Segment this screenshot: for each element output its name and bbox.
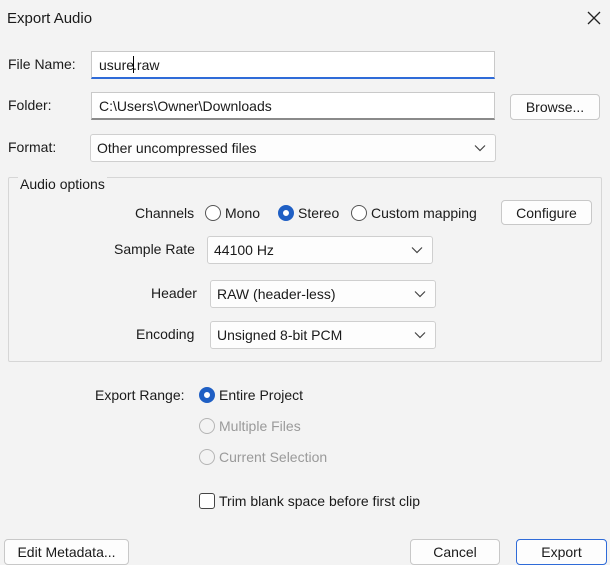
chevron-down-icon [414,332,426,339]
export-range-label: Export Range: [95,387,185,403]
radio-mono-circle [205,205,221,221]
header-label: Header [151,285,197,301]
header-value: RAW (header-less) [217,286,336,302]
radio-current-selection-label: Current Selection [219,449,328,465]
radio-current-selection[interactable]: Current Selection [199,449,327,465]
file-name-label: File Name: [8,56,76,72]
radio-mono-label: Mono [225,205,261,221]
format-select[interactable]: Other uncompressed files [90,134,496,162]
close-button[interactable] [582,6,606,30]
radio-custom-mapping-label: Custom mapping [371,205,477,221]
radio-current-selection-circle [199,449,215,465]
export-button[interactable]: Export [516,539,607,565]
radio-stereo[interactable]: Stereo [278,205,339,221]
radio-entire-project-label: Entire Project [219,387,304,403]
encoding-select[interactable]: Unsigned 8-bit PCM [210,321,436,349]
format-label: Format: [8,139,57,155]
folder-label: Folder: [8,97,52,113]
radio-stereo-label: Stereo [298,205,340,221]
format-value: Other uncompressed files [97,140,257,156]
header-select[interactable]: RAW (header-less) [210,280,436,308]
cancel-button[interactable]: Cancel [410,539,500,565]
radio-custom-mapping-circle [351,205,367,221]
radio-entire-project-circle [199,387,215,403]
radio-custom-mapping[interactable]: Custom mapping [351,205,477,221]
radio-multiple-files[interactable]: Multiple Files [199,418,301,434]
close-icon [587,11,601,25]
file-name-text-end: .raw [133,56,160,73]
sample-rate-select[interactable]: 44100 Hz [207,236,433,264]
sample-rate-label: Sample Rate [114,241,195,257]
radio-multiple-files-label: Multiple Files [219,418,301,434]
chevron-down-icon [414,291,426,298]
configure-button[interactable]: Configure [501,200,592,225]
encoding-value: Unsigned 8-bit PCM [217,327,343,343]
folder-path-text: C:\Users\Owner\Downloads [99,97,272,114]
trim-checkbox[interactable]: Trim blank space before first clip [199,493,420,509]
window-title: Export Audio [7,10,93,27]
channels-label: Channels [135,205,195,221]
trim-checkbox-label: Trim blank space before first clip [219,493,420,509]
file-name-text-start: usure [99,56,135,73]
sample-rate-value: 44100 Hz [214,242,274,258]
radio-stereo-circle [278,205,294,221]
browse-button[interactable]: Browse... [510,94,600,120]
radio-multiple-files-circle [199,418,215,434]
chevron-down-icon [411,247,423,254]
encoding-label: Encoding [136,326,195,342]
file-name-input[interactable]: usure .raw [91,51,495,79]
radio-mono[interactable]: Mono [205,205,260,221]
edit-metadata-button[interactable]: Edit Metadata... [4,539,129,565]
chevron-down-icon [474,145,486,152]
trim-checkbox-box [199,493,215,509]
audio-options-title: Audio options [18,176,107,192]
radio-entire-project[interactable]: Entire Project [199,387,303,403]
folder-input[interactable]: C:\Users\Owner\Downloads [91,92,495,120]
